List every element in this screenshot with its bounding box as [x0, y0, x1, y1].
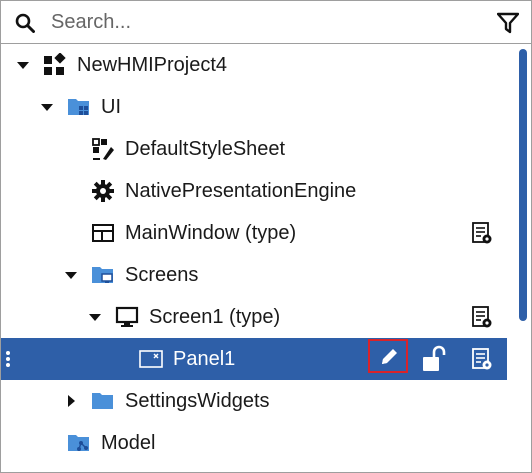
- search-icon: [15, 13, 35, 33]
- caret-down-icon[interactable]: [39, 99, 55, 115]
- tree-item-label: DefaultStyleSheet: [125, 138, 286, 160]
- window-icon: [92, 224, 114, 242]
- tree-item-mainwindow[interactable]: MainWindow (type): [1, 212, 507, 254]
- tree-item-label: UI: [101, 96, 121, 118]
- tree-item-label: Panel1: [173, 348, 236, 370]
- scroll-track[interactable]: [516, 46, 527, 470]
- panel-icon: [139, 350, 163, 368]
- project-tree-panel: NewHMIProject4 UI DefaultStyleS: [0, 0, 532, 473]
- vertical-scrollbar[interactable]: [511, 44, 531, 472]
- ui-folder-icon: [68, 99, 89, 115]
- tree-item-label: NativePresentationEngine: [125, 180, 357, 202]
- caret-right-icon[interactable]: [63, 393, 79, 409]
- properties-icon[interactable]: [471, 305, 493, 329]
- unlock-icon[interactable]: [421, 345, 447, 373]
- screens-folder-icon: [92, 267, 113, 283]
- caret-down-icon[interactable]: [87, 309, 103, 325]
- tree-item-defaultstylesheet[interactable]: DefaultStyleSheet: [1, 128, 507, 170]
- edit-icon: [382, 349, 397, 364]
- properties-icon[interactable]: [471, 221, 493, 245]
- scroll-thumb[interactable]: [519, 49, 527, 321]
- project-icon: [44, 53, 66, 75]
- drag-handle-icon[interactable]: [5, 350, 11, 368]
- tree-item-nativepresentationengine[interactable]: NativePresentationEngine: [1, 170, 507, 212]
- folder-icon: [92, 393, 113, 409]
- tree-item-label: Screens: [125, 264, 199, 286]
- model-folder-icon: [68, 435, 89, 451]
- caret-down-icon[interactable]: [15, 57, 31, 73]
- tree-item-label: SettingsWidgets: [125, 390, 270, 412]
- tree-item-screen1[interactable]: Screen1 (type): [1, 296, 507, 338]
- tree-item-settingswidgets[interactable]: SettingsWidgets: [1, 380, 507, 422]
- tree-item-newhmiproject4[interactable]: NewHMIProject4: [1, 44, 507, 86]
- tree-item-label: Screen1 (type): [149, 306, 281, 328]
- tree-item-panel1[interactable]: Panel1: [1, 338, 507, 380]
- search-bar: [1, 1, 531, 44]
- tree-item-label: Model: [101, 432, 156, 454]
- tree-item-label: NewHMIProject4: [77, 54, 228, 76]
- tree-item-ui[interactable]: UI: [1, 86, 507, 128]
- caret-down-icon[interactable]: [63, 267, 79, 283]
- tree-item-model[interactable]: Model: [1, 422, 507, 464]
- gear-icon: [92, 180, 114, 202]
- tree-item-screens[interactable]: Screens: [1, 254, 507, 296]
- tree-view: NewHMIProject4 UI DefaultStyleSheet Nati…: [1, 44, 511, 472]
- properties-icon[interactable]: [471, 347, 493, 371]
- search-input[interactable]: [51, 9, 471, 35]
- tree-item-label: MainWindow (type): [125, 222, 297, 244]
- monitor-icon: [115, 306, 139, 327]
- edit-button[interactable]: [368, 339, 408, 373]
- filter-icon[interactable]: [497, 12, 519, 34]
- stylesheet-icon: [92, 138, 114, 160]
